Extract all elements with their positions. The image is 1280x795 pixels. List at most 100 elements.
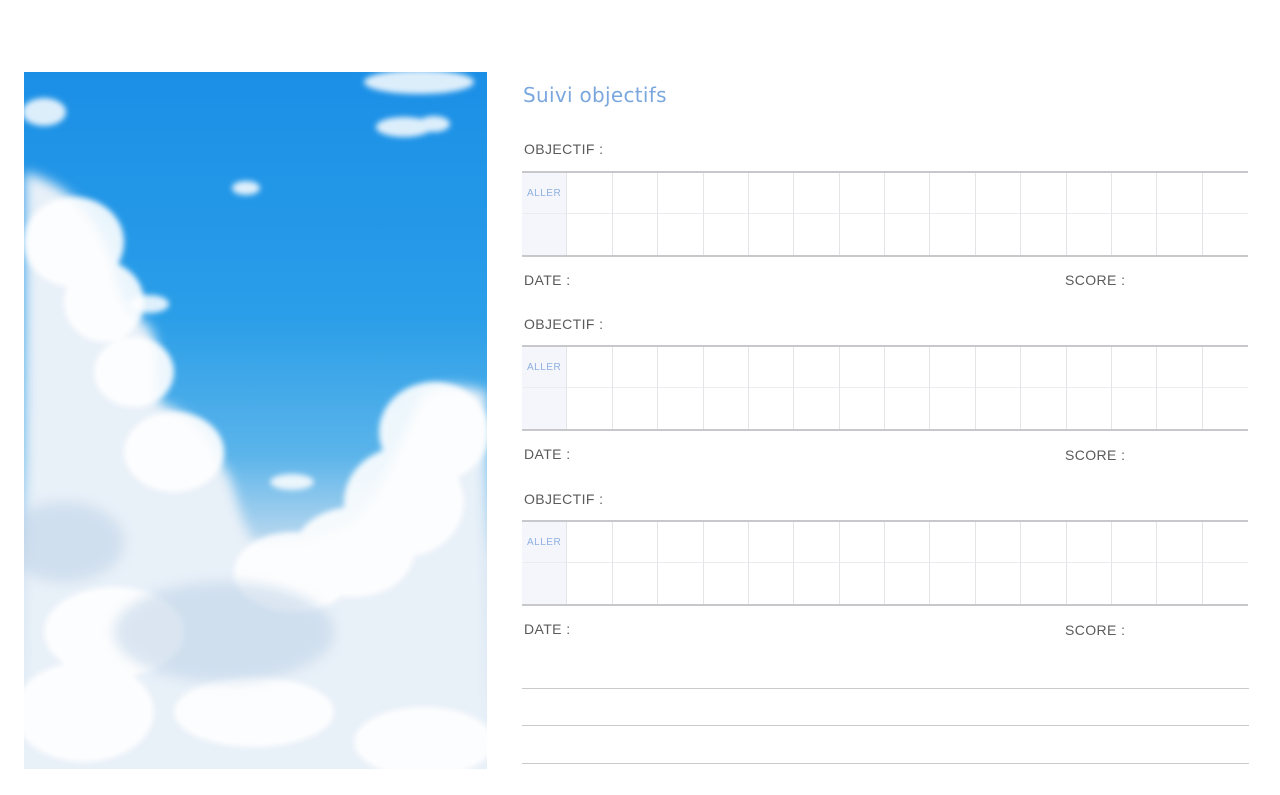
- grid-cell[interactable]: [1157, 347, 1203, 388]
- grid-cell[interactable]: [703, 173, 749, 214]
- grid-cell[interactable]: [1111, 173, 1158, 214]
- grid-cell[interactable]: [1067, 388, 1112, 429]
- grid-cell[interactable]: [567, 522, 613, 563]
- grid-cell[interactable]: [1066, 173, 1112, 214]
- grid-cell[interactable]: [930, 563, 976, 604]
- grid-cell[interactable]: [1202, 347, 1248, 388]
- grid-cell[interactable]: [613, 214, 659, 255]
- grid-cell[interactable]: [1021, 347, 1067, 388]
- cloud-shapes: [24, 72, 487, 769]
- grid-cell[interactable]: [613, 563, 659, 604]
- grid-cell[interactable]: [840, 214, 885, 255]
- grid-cell[interactable]: [1157, 214, 1203, 255]
- grid-cell[interactable]: [1067, 563, 1112, 604]
- grid-cell[interactable]: [839, 522, 885, 563]
- grid-cell[interactable]: [794, 563, 840, 604]
- grid-cell[interactable]: [658, 388, 704, 429]
- grid-cell[interactable]: [1202, 522, 1248, 563]
- grid-cell[interactable]: [930, 347, 976, 388]
- grid-cell[interactable]: [748, 173, 795, 214]
- grid-cell[interactable]: [794, 173, 840, 214]
- grid-cell-header[interactable]: ALLER: [522, 347, 568, 388]
- grid-cell[interactable]: [885, 522, 931, 563]
- grid-cell[interactable]: [885, 173, 931, 214]
- grid-cell[interactable]: [885, 563, 931, 604]
- grid-cell[interactable]: [885, 388, 931, 429]
- grid-cell[interactable]: [976, 563, 1022, 604]
- grid-cell[interactable]: [975, 173, 1022, 214]
- note-line[interactable]: [522, 725, 1249, 726]
- grid-cell[interactable]: [748, 347, 795, 388]
- grid-cell[interactable]: [567, 347, 613, 388]
- grid-cell[interactable]: [885, 214, 931, 255]
- grid-cell[interactable]: [658, 173, 704, 214]
- grid-cell[interactable]: [612, 347, 659, 388]
- grid-cell[interactable]: [976, 388, 1022, 429]
- grid-cell[interactable]: [612, 522, 659, 563]
- grid-cell[interactable]: [703, 522, 749, 563]
- grid-cell-header[interactable]: ALLER: [522, 173, 568, 214]
- grid-cell[interactable]: [1157, 563, 1203, 604]
- grid-cell[interactable]: [794, 214, 840, 255]
- grid-cell[interactable]: [976, 214, 1022, 255]
- grid-cell[interactable]: [1157, 522, 1203, 563]
- grid-cell[interactable]: [1021, 214, 1067, 255]
- grid-cell[interactable]: [748, 522, 795, 563]
- grid-cell[interactable]: [613, 388, 659, 429]
- grid-cell[interactable]: [1157, 388, 1203, 429]
- grid-cell[interactable]: [840, 388, 885, 429]
- grid-cell[interactable]: [1111, 347, 1158, 388]
- grid-cell[interactable]: [1112, 388, 1158, 429]
- grid-cell[interactable]: [1021, 563, 1067, 604]
- grid-cell[interactable]: [704, 214, 749, 255]
- grid-cell[interactable]: [1203, 563, 1248, 604]
- grid-cell[interactable]: [1021, 388, 1067, 429]
- grid-cell[interactable]: [749, 388, 795, 429]
- grid-cell[interactable]: [975, 347, 1022, 388]
- grid-cell[interactable]: [794, 522, 840, 563]
- grid-cell[interactable]: [839, 173, 885, 214]
- grid-cell[interactable]: [567, 563, 613, 604]
- grid-cell[interactable]: [522, 388, 568, 429]
- grid-cell[interactable]: [930, 522, 976, 563]
- grid-cell[interactable]: [703, 347, 749, 388]
- grid-cell[interactable]: [1112, 563, 1158, 604]
- grid-cell[interactable]: [1203, 388, 1248, 429]
- grid-cell[interactable]: [840, 563, 885, 604]
- grid-cell[interactable]: [704, 388, 749, 429]
- grid-cell[interactable]: [885, 347, 931, 388]
- grid-cell[interactable]: [1066, 347, 1112, 388]
- grid-cell[interactable]: [1157, 173, 1203, 214]
- grid-cell[interactable]: [749, 214, 795, 255]
- grid-cell[interactable]: [1203, 214, 1248, 255]
- grid-cell[interactable]: [794, 388, 840, 429]
- grid-cell[interactable]: [1066, 522, 1112, 563]
- grid-cell[interactable]: [930, 173, 976, 214]
- grid-cell[interactable]: [1111, 522, 1158, 563]
- grid-cell[interactable]: [658, 347, 704, 388]
- grid-cell[interactable]: [658, 214, 704, 255]
- grid-cell[interactable]: [749, 563, 795, 604]
- grid-cell[interactable]: [930, 214, 976, 255]
- grid-cell[interactable]: [612, 173, 659, 214]
- grid-cell[interactable]: [975, 522, 1022, 563]
- grid-cell[interactable]: [522, 563, 568, 604]
- grid-cell[interactable]: [567, 388, 613, 429]
- grid-cell[interactable]: [567, 214, 613, 255]
- grid-cell[interactable]: [1021, 522, 1067, 563]
- grid-cell[interactable]: [522, 214, 568, 255]
- grid-cell[interactable]: [1112, 214, 1158, 255]
- grid-cell[interactable]: [1021, 173, 1067, 214]
- grid-cell[interactable]: [1067, 214, 1112, 255]
- grid-cell[interactable]: [930, 388, 976, 429]
- grid-cell[interactable]: [1202, 173, 1248, 214]
- grid-cell[interactable]: [658, 563, 704, 604]
- grid-cell[interactable]: [794, 347, 840, 388]
- note-line[interactable]: [522, 763, 1249, 764]
- grid-cell-header[interactable]: ALLER: [522, 522, 568, 563]
- note-line[interactable]: [522, 688, 1249, 689]
- grid-cell[interactable]: [704, 563, 749, 604]
- grid-cell[interactable]: [658, 522, 704, 563]
- grid-cell[interactable]: [839, 347, 885, 388]
- grid-cell[interactable]: [567, 173, 613, 214]
